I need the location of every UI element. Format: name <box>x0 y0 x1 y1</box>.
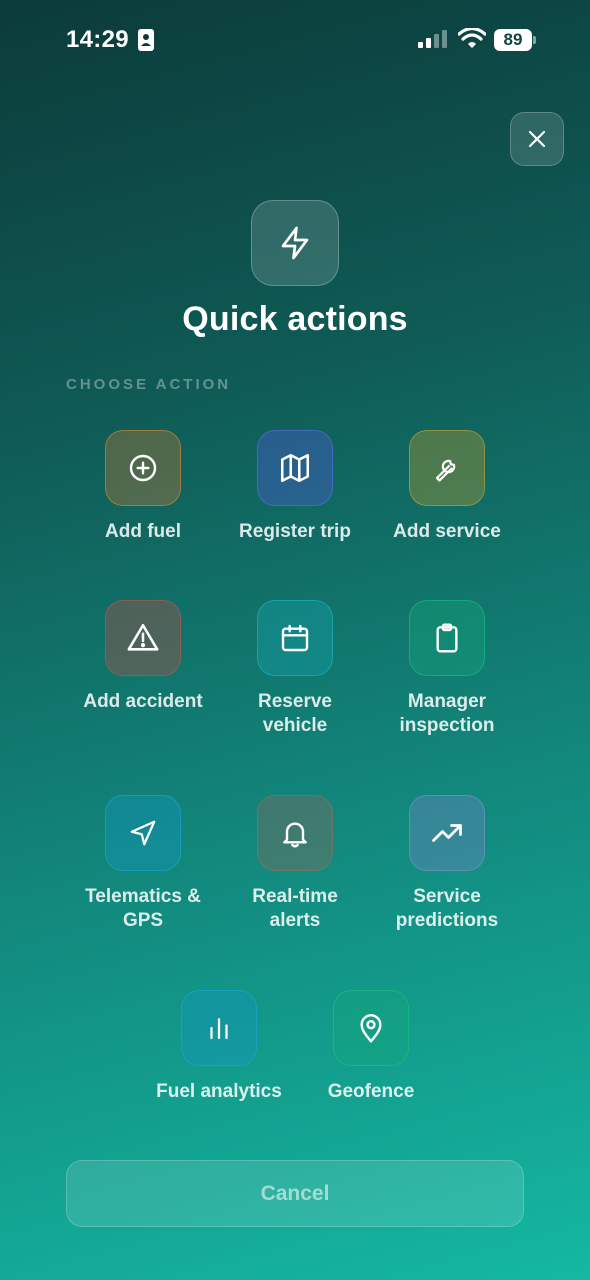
section-label: CHOOSE ACTION <box>66 376 232 393</box>
bell-icon <box>283 822 307 848</box>
action-tile[interactable] <box>105 795 181 871</box>
wifi-icon <box>458 28 486 48</box>
navigation-arrow-icon <box>130 820 156 846</box>
action-add-service[interactable]: Add service <box>367 430 527 544</box>
warning-triangle-icon <box>127 623 159 651</box>
battery-level: 89 <box>494 29 532 51</box>
action-label: Telematics & GPS <box>85 886 201 931</box>
action-tile[interactable] <box>409 600 485 676</box>
close-icon <box>528 130 546 148</box>
action-tile[interactable] <box>105 430 181 506</box>
action-label: Add fuel <box>105 521 181 542</box>
map-icon <box>280 453 310 483</box>
bar-chart-icon <box>210 1018 228 1040</box>
map-pin-icon <box>360 1014 382 1043</box>
action-tile[interactable] <box>333 990 409 1066</box>
plus-circle-icon <box>129 454 157 482</box>
status-bar: 14:29 89 <box>0 0 590 80</box>
action-tile[interactable] <box>181 990 257 1066</box>
page-title: Quick actions <box>182 300 408 338</box>
action-label: Manager inspection <box>399 691 495 736</box>
cancel-button[interactable]: Cancel <box>66 1160 524 1227</box>
battery-indicator: 89 <box>494 29 536 51</box>
action-label: Geofence <box>327 1081 415 1102</box>
action-tile[interactable] <box>409 795 485 871</box>
action-service-predictions[interactable]: Service predictions <box>367 795 527 933</box>
action-geofence[interactable]: Geofence <box>291 990 451 1104</box>
action-label: Reserve vehicle <box>258 691 332 736</box>
status-time: 14:29 <box>66 26 129 53</box>
action-telematics-gps[interactable]: Telematics & GPS <box>63 795 223 933</box>
action-tile[interactable] <box>409 430 485 506</box>
contact-card-icon <box>138 29 154 51</box>
close-button[interactable] <box>510 112 564 166</box>
action-fuel-analytics[interactable]: Fuel analytics <box>139 990 299 1104</box>
action-register-trip[interactable]: Register trip <box>215 430 375 544</box>
action-label: Service predictions <box>395 886 499 931</box>
action-label: Real-time alerts <box>252 886 338 931</box>
action-label: Add service <box>393 521 501 542</box>
wrench-icon <box>435 459 456 482</box>
action-tile[interactable] <box>105 600 181 676</box>
cellular-signal-icon <box>418 30 447 48</box>
action-tile[interactable] <box>257 430 333 506</box>
header-icon-tile <box>251 200 339 286</box>
calendar-icon <box>281 624 309 652</box>
action-label: Register trip <box>239 521 351 542</box>
action-label: Fuel analytics <box>156 1081 282 1102</box>
action-label: Add accident <box>83 691 203 712</box>
action-tile[interactable] <box>257 795 333 871</box>
action-reserve-vehicle[interactable]: Reserve vehicle <box>215 600 375 738</box>
lightning-icon <box>281 226 309 260</box>
action-real-time-alerts[interactable]: Real-time alerts <box>215 795 375 933</box>
action-tile[interactable] <box>257 600 333 676</box>
action-add-fuel[interactable]: Add fuel <box>63 430 223 544</box>
action-manager-inspection[interactable]: Manager inspection <box>367 600 527 738</box>
battery-tip <box>533 36 536 44</box>
clipboard-icon <box>436 623 458 653</box>
action-add-accident[interactable]: Add accident <box>63 600 223 714</box>
trending-up-icon <box>432 824 462 842</box>
